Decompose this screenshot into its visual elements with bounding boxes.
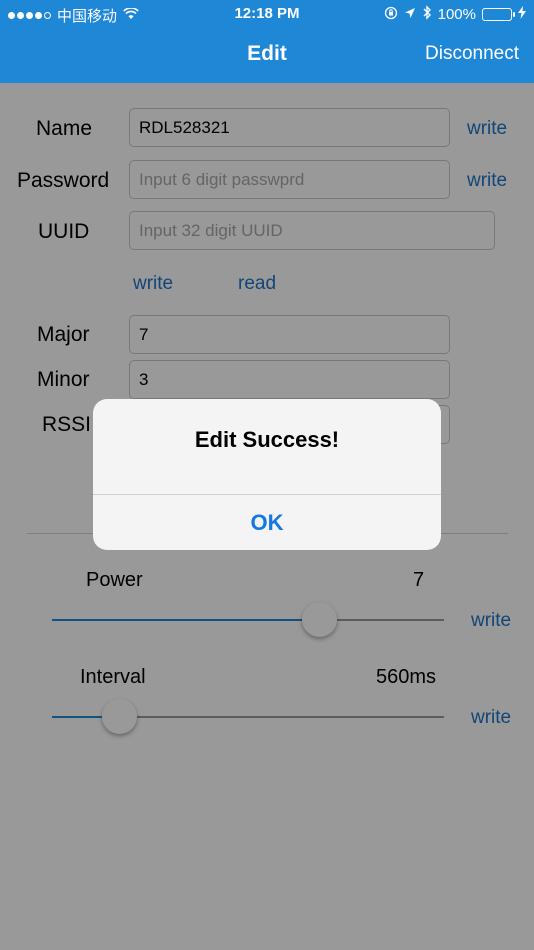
success-alert: Edit Success! OK (93, 399, 441, 550)
alert-message: Edit Success! (194, 427, 340, 452)
ok-button[interactable]: OK (93, 495, 441, 550)
nav-backdrop (0, 0, 534, 83)
